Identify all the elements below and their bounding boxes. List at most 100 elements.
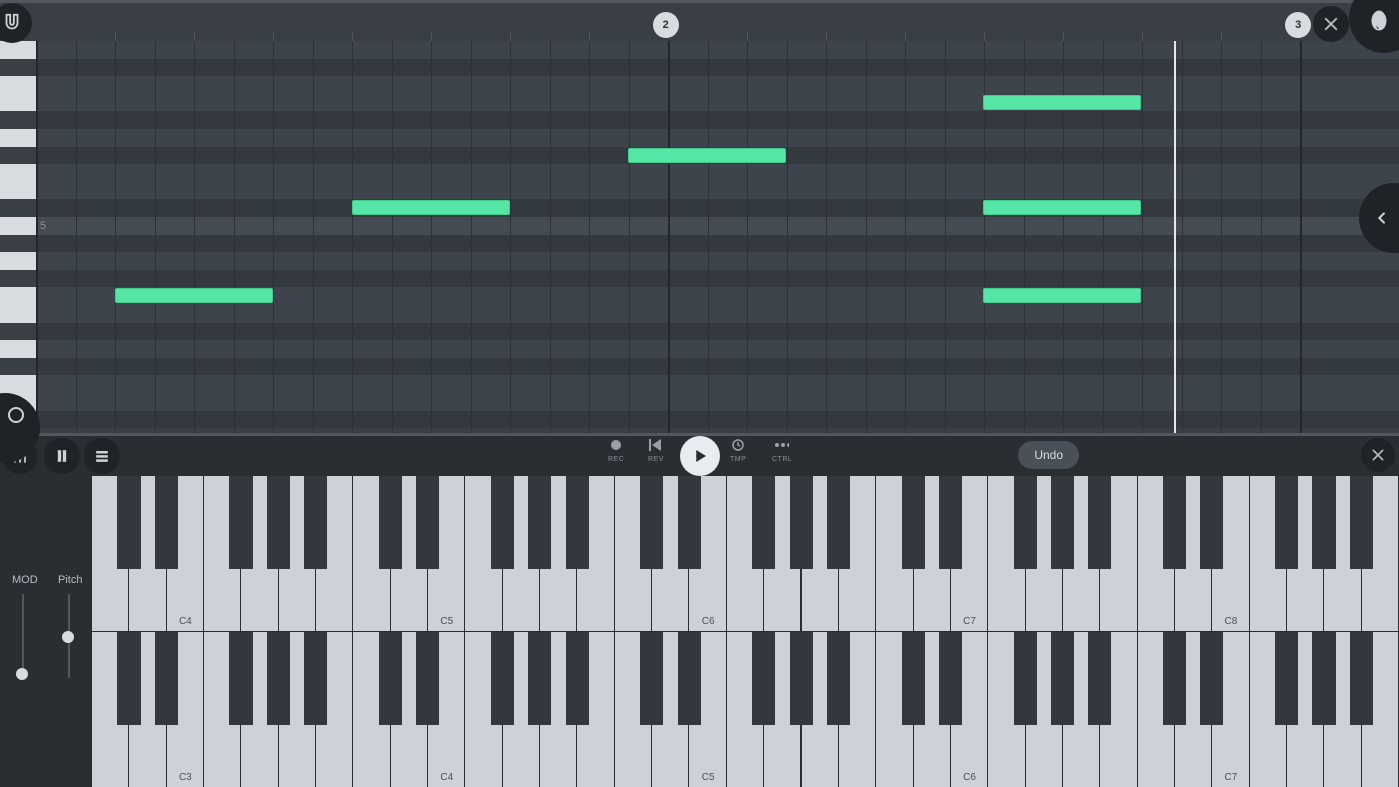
black-key[interactable] (790, 632, 813, 725)
black-key[interactable] (267, 632, 290, 725)
black-key[interactable] (678, 632, 701, 725)
black-key[interactable] (902, 632, 925, 725)
rewind-button[interactable]: REV (648, 438, 664, 463)
black-key[interactable] (491, 476, 514, 569)
black-key[interactable] (267, 476, 290, 569)
midi-note[interactable] (983, 288, 1141, 303)
midi-note[interactable] (628, 148, 786, 163)
black-key[interactable] (229, 632, 252, 725)
black-key[interactable] (1014, 476, 1037, 569)
bar-marker-2[interactable]: 2 (653, 12, 679, 38)
black-key[interactable] (1088, 476, 1111, 569)
note-grid[interactable] (36, 41, 1399, 433)
play-button[interactable] (680, 436, 720, 476)
rev-label: REV (648, 456, 664, 463)
black-key[interactable] (1350, 476, 1373, 569)
black-key[interactable] (491, 632, 514, 725)
roll-key[interactable] (0, 182, 36, 200)
midi-note[interactable] (352, 200, 510, 215)
pause-toggle[interactable] (44, 438, 80, 474)
black-key[interactable] (566, 632, 589, 725)
roll-key[interactable] (0, 94, 36, 112)
black-key[interactable] (379, 476, 402, 569)
roll-key[interactable] (0, 340, 36, 358)
black-key[interactable] (1312, 476, 1335, 569)
midi-note[interactable] (983, 200, 1141, 215)
black-key[interactable] (939, 476, 962, 569)
list-button[interactable] (84, 438, 120, 474)
grid-line (510, 41, 511, 433)
black-key[interactable] (1163, 476, 1186, 569)
close-icon (1322, 15, 1340, 33)
close-piano-roll-button[interactable] (1313, 6, 1349, 42)
grid-row (36, 252, 1399, 270)
pitch-slider[interactable] (62, 631, 74, 643)
black-key[interactable] (1200, 476, 1223, 569)
black-key[interactable] (304, 632, 327, 725)
grid-line (668, 41, 670, 433)
black-key[interactable] (827, 632, 850, 725)
ctrl-button[interactable]: CTRL (772, 438, 792, 463)
roll-key[interactable] (0, 76, 36, 94)
black-key[interactable] (939, 632, 962, 725)
roll-key[interactable] (0, 129, 36, 147)
piano-roll-panel: 2 3 5 (0, 0, 1399, 436)
black-key[interactable] (304, 476, 327, 569)
black-key[interactable] (379, 632, 402, 725)
black-key[interactable] (566, 476, 589, 569)
black-key[interactable] (752, 632, 775, 725)
rec-label: REC (608, 456, 624, 463)
black-key[interactable] (1312, 632, 1335, 725)
black-key[interactable] (1014, 632, 1037, 725)
black-key[interactable] (416, 476, 439, 569)
grid-line (36, 41, 38, 433)
midi-note[interactable] (115, 288, 273, 303)
roll-key[interactable] (0, 252, 36, 270)
black-key[interactable] (1350, 632, 1373, 725)
black-key[interactable] (155, 632, 178, 725)
mod-slider[interactable] (16, 668, 28, 680)
snap-button[interactable] (0, 3, 32, 43)
roll-key[interactable] (0, 305, 36, 323)
black-key[interactable] (416, 632, 439, 725)
grid-row (36, 340, 1399, 358)
black-key[interactable] (1088, 632, 1111, 725)
black-key[interactable] (117, 476, 140, 569)
black-key[interactable] (528, 632, 551, 725)
roll-key[interactable] (0, 217, 36, 235)
tempo-button[interactable]: TMP (730, 438, 746, 463)
black-key[interactable] (640, 476, 663, 569)
black-key[interactable] (1051, 632, 1074, 725)
black-key[interactable] (902, 476, 925, 569)
roll-key[interactable] (0, 41, 36, 59)
midi-note[interactable] (983, 95, 1141, 110)
black-key[interactable] (1275, 476, 1298, 569)
transport-bar: REC REV TMP CTRL Undo (0, 436, 1399, 476)
black-key[interactable] (640, 632, 663, 725)
black-key[interactable] (827, 476, 850, 569)
keyboard-row-top[interactable]: C4C5C6C7C8 (92, 476, 1399, 631)
timeline-ruler[interactable]: 2 3 (36, 6, 1399, 41)
roll-key[interactable] (0, 164, 36, 182)
keyboard-row-bottom[interactable]: C3C4C5C6C7 (92, 632, 1399, 787)
black-key[interactable] (229, 476, 252, 569)
record-button[interactable]: REC (608, 438, 624, 463)
close-keyboard-button[interactable] (1361, 438, 1395, 472)
black-key[interactable] (790, 476, 813, 569)
black-key[interactable] (1200, 632, 1223, 725)
grid-line (787, 41, 788, 433)
roll-key[interactable] (0, 287, 36, 305)
black-key[interactable] (117, 632, 140, 725)
black-key[interactable] (1051, 476, 1074, 569)
black-key[interactable] (528, 476, 551, 569)
undo-button[interactable]: Undo (1018, 441, 1079, 469)
bar-marker-3[interactable]: 3 (1285, 12, 1311, 38)
black-key[interactable] (1275, 632, 1298, 725)
playhead[interactable] (1174, 41, 1176, 433)
roll-key[interactable] (0, 375, 36, 393)
black-key[interactable] (1163, 632, 1186, 725)
grid-line (945, 41, 946, 433)
black-key[interactable] (678, 476, 701, 569)
black-key[interactable] (752, 476, 775, 569)
black-key[interactable] (155, 476, 178, 569)
